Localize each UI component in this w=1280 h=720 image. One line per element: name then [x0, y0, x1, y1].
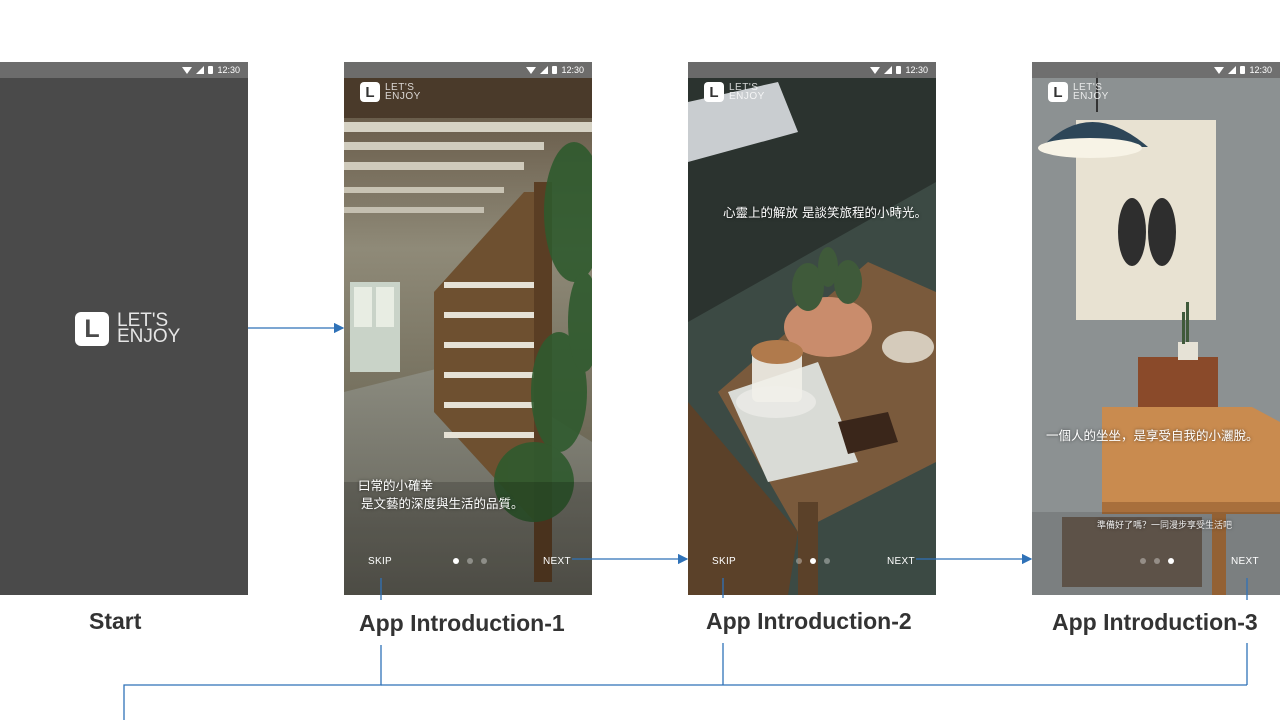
flow-connectors [123, 322, 1248, 720]
skip-bracket-connector [123, 645, 382, 720]
